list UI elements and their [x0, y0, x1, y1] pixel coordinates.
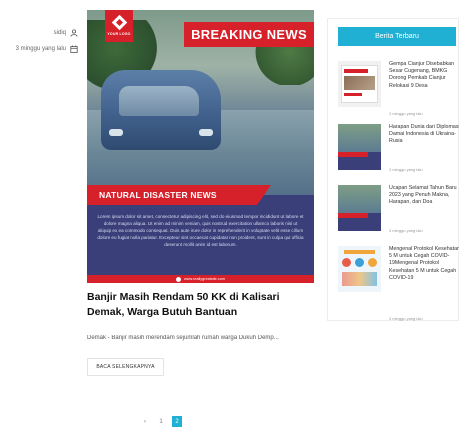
- pagination: ‹ 1 2: [140, 416, 182, 427]
- post-meta: sidiq 3 minggu yang lalu: [0, 26, 78, 58]
- news-item[interactable]: Gempa Cianjur Disebabkan Sesar Cugenang,…: [338, 61, 459, 117]
- news-thumbnail[interactable]: [338, 246, 381, 292]
- natural-disaster-band: NATURAL DISASTER NEWS: [87, 185, 271, 205]
- news-title[interactable]: Gempa Cianjur Disebabkan Sesar Cugenang,…: [389, 61, 459, 90]
- car-headlight-right: [199, 129, 213, 136]
- calendar-icon: [70, 45, 78, 53]
- breaking-news-label: BREAKING NEWS: [184, 22, 314, 47]
- news-date: 3 minggu yang lalu: [389, 228, 423, 233]
- date-row: 3 minggu yang lalu: [0, 42, 78, 56]
- poster-logo: YOUR LOGO: [105, 10, 133, 42]
- post-date: 3 minggu yang lalu: [15, 46, 66, 52]
- post-excerpt: Demak - Banjir masih merendam sejumlah r…: [87, 335, 279, 341]
- news-item[interactable]: Mengenal Protokol Kesehatan 5 M untuk Ce…: [338, 246, 459, 321]
- car-windshield: [119, 86, 199, 116]
- car-headlight-left: [109, 129, 123, 136]
- submerged-car: [101, 70, 221, 150]
- news-thumbnail[interactable]: [338, 185, 381, 231]
- logo-icon: [111, 14, 127, 30]
- read-more-button[interactable]: BACA SELENGKAPNYA: [87, 358, 164, 376]
- post-title[interactable]: Banjir Masih Rendam 50 KK di Kalisari De…: [87, 290, 317, 320]
- news-date: 3 minggu yang lalu: [389, 167, 423, 172]
- poster-url: www.reallygreatsite.com: [184, 277, 225, 281]
- poster-body-text: Lorem ipsum dolor sit amet, consectetur …: [97, 214, 304, 247]
- page-2-current[interactable]: 2: [172, 416, 182, 427]
- widget-title: Berita Terbaru: [338, 27, 456, 46]
- poster-footer: www.reallygreatsite.com: [87, 275, 314, 283]
- news-item[interactable]: Harapan Dunia dari Diplomasi Damai Indon…: [338, 124, 459, 180]
- author-name[interactable]: sidiq: [54, 30, 66, 36]
- user-icon: [70, 29, 78, 37]
- prev-page-button[interactable]: ‹: [140, 416, 150, 427]
- latest-news-widget: Berita Terbaru Gempa Cianjur Disebabkan …: [327, 18, 459, 321]
- globe-icon: [176, 276, 182, 282]
- page-1[interactable]: 1: [156, 416, 166, 427]
- news-title[interactable]: Mengenal Protokol Kesehatan 5 M untuk Ce…: [389, 246, 459, 282]
- news-date: 3 minggu yang lalu: [389, 316, 423, 321]
- news-thumbnail[interactable]: [338, 61, 381, 107]
- news-item[interactable]: Ucapan Selamat Tahun Baru 2023 yang Penu…: [338, 185, 459, 241]
- news-date: 3 minggu yang lalu: [389, 111, 423, 116]
- author-row: sidiq: [0, 26, 78, 40]
- logo-text: YOUR LOGO: [107, 31, 131, 36]
- news-title[interactable]: Harapan Dunia dari Diplomasi Damai Indon…: [389, 124, 459, 146]
- news-title[interactable]: Ucapan Selamat Tahun Baru 2023 yang Penu…: [389, 185, 459, 207]
- news-thumbnail[interactable]: [338, 124, 381, 170]
- featured-image[interactable]: YOUR LOGO BREAKING NEWS NATURAL DISASTER…: [87, 10, 314, 283]
